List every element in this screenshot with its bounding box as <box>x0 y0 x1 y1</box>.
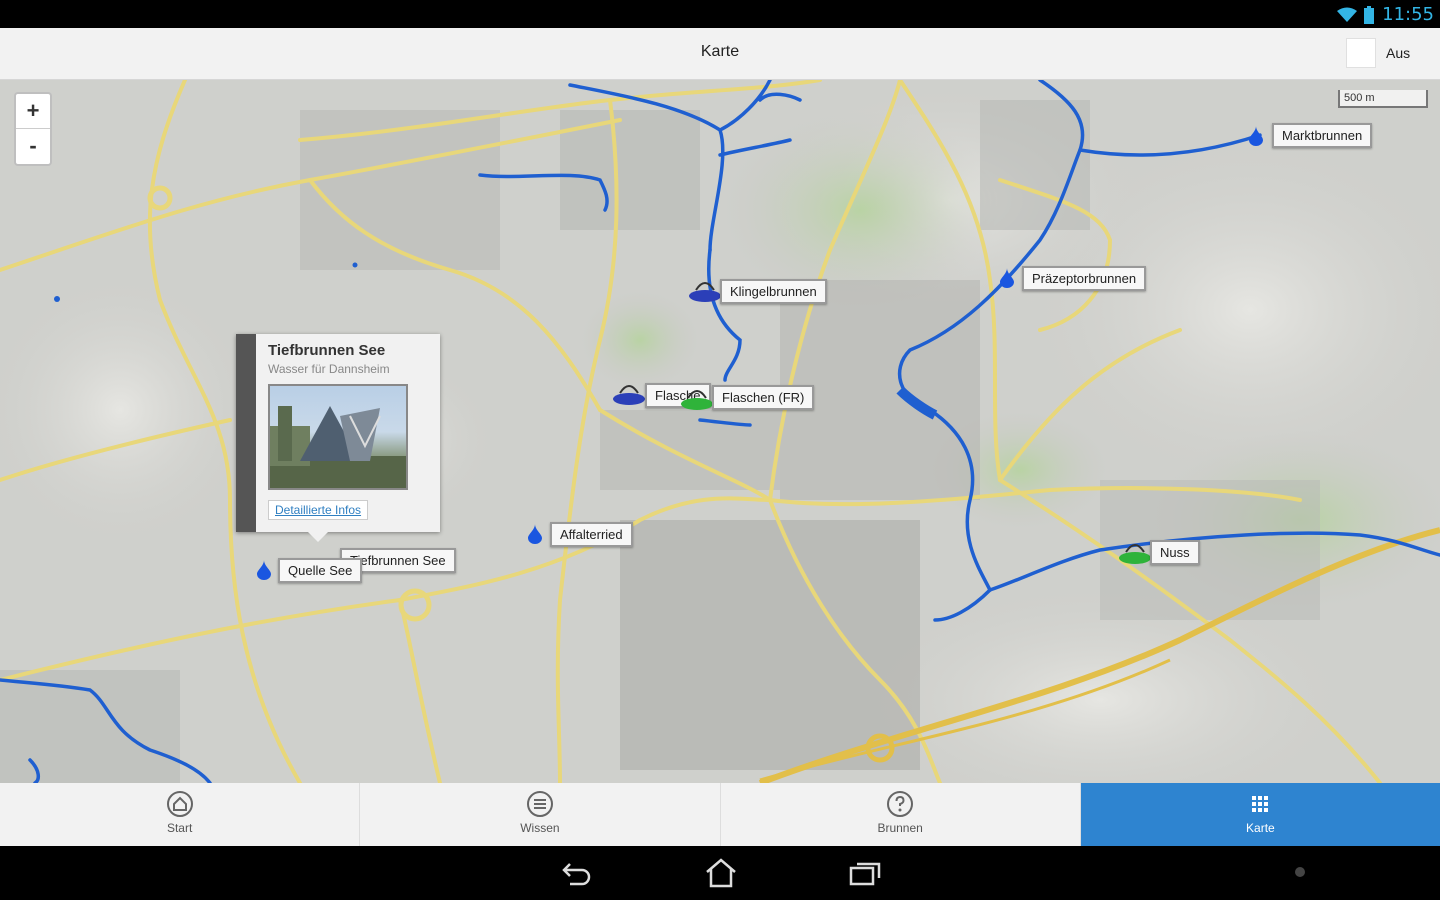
tab-wissen[interactable]: Wissen <box>360 783 721 846</box>
list-icon <box>526 791 553 817</box>
marker-label-flaschen-fr[interactable]: Flaschen (FR) <box>712 385 815 410</box>
water-drop-icon[interactable] <box>528 524 542 544</box>
water-drop-icon[interactable] <box>257 560 271 580</box>
marker-label-praezeptorbrunnen[interactable]: Präzeptorbrunnen <box>1022 266 1147 291</box>
bottom-tab-bar: Start Wissen Brunnen Karte <box>0 783 1440 846</box>
zoom-control: + - <box>14 92 52 166</box>
system-navigation-bar <box>0 846 1440 900</box>
tab-label: Karte <box>1246 821 1275 835</box>
popup-title: Tiefbrunnen See <box>268 342 386 359</box>
tab-start[interactable]: Start <box>0 783 361 846</box>
popup-sidebar <box>236 334 256 532</box>
marker-label-klingelbrunnen[interactable]: Klingelbrunnen <box>720 279 827 304</box>
zoom-out-button[interactable]: - <box>16 129 50 164</box>
fountain-photo-image <box>270 406 406 488</box>
clock: 11:55 <box>1382 4 1434 25</box>
battery-icon <box>1364 6 1374 24</box>
scale-bar: 500 m <box>1338 90 1428 108</box>
recents-icon[interactable] <box>847 858 883 888</box>
back-icon[interactable] <box>558 858 594 888</box>
grid-icon <box>1252 796 1269 812</box>
bottle-icon[interactable] <box>1118 542 1152 566</box>
aus-toggle[interactable]: Aus <box>1346 37 1426 69</box>
tab-karte[interactable]: Karte <box>1080 783 1440 846</box>
fountain-icon[interactable] <box>612 383 646 407</box>
popup-photo <box>268 384 408 490</box>
tab-label: Brunnen <box>877 821 923 835</box>
status-bar: 11:55 <box>0 0 1440 28</box>
popup-subtitle: Wasser für Dannsheim <box>268 362 390 376</box>
page-title: Karte <box>700 43 740 60</box>
marker-popup: Tiefbrunnen See Wasser für Dannsheim Det… <box>236 334 440 532</box>
tab-label: Wissen <box>520 821 560 835</box>
home-icon <box>166 791 193 817</box>
water-drop-icon[interactable] <box>1249 126 1263 146</box>
toggle-checkbox[interactable] <box>1346 38 1376 68</box>
fountain-icon[interactable] <box>688 280 722 304</box>
toggle-label: Aus <box>1386 45 1411 61</box>
zoom-in-button[interactable]: + <box>16 94 50 129</box>
marker-label-nuss[interactable]: Nuss <box>1150 540 1200 565</box>
menu-dot-icon[interactable] <box>1282 864 1318 880</box>
wifi-icon <box>1337 7 1357 22</box>
map-view[interactable]: + - 500 m Marktbrunnen Klingelbrunnen Pr… <box>0 80 1440 783</box>
detailed-info-link[interactable]: Detaillierte Infos <box>268 500 369 520</box>
marker-label-affalterried[interactable]: Affalterried <box>550 522 633 547</box>
popup-pointer <box>306 530 330 542</box>
bottle-icon[interactable] <box>680 388 714 412</box>
marker-label-marktbrunnen[interactable]: Marktbrunnen <box>1272 123 1373 148</box>
marker-label-quelle-see[interactable]: Quelle See <box>278 558 363 583</box>
map-tiles <box>0 80 1440 783</box>
home-nav-icon[interactable] <box>703 858 739 888</box>
water-drop-icon[interactable] <box>1000 268 1014 288</box>
tab-label: Start <box>166 821 193 835</box>
tab-brunnen[interactable]: Brunnen <box>721 783 1081 846</box>
help-icon <box>887 791 914 817</box>
action-bar: Karte Aus <box>0 28 1440 80</box>
